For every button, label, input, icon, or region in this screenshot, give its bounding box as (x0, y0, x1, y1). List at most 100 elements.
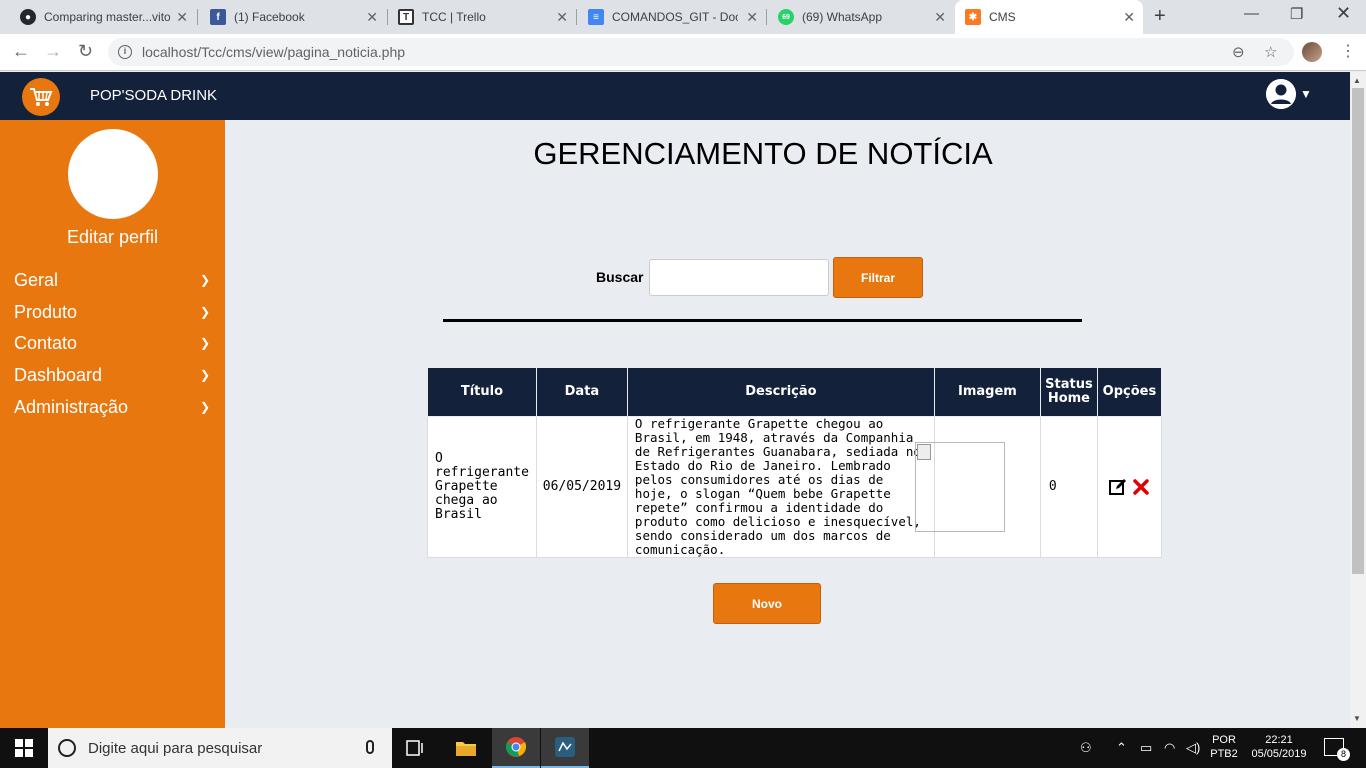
scroll-down-icon[interactable]: ▼ (1353, 714, 1361, 723)
scrollbar-thumb[interactable] (1352, 88, 1364, 574)
browser-tab-github[interactable]: ● Comparing master...vito ✕ (10, 0, 196, 34)
chevron-down-icon: ❯ (199, 368, 210, 382)
close-tab-icon[interactable]: ✕ (934, 9, 946, 26)
shopping-cart-icon (30, 88, 53, 106)
file-explorer-icon[interactable] (442, 728, 490, 768)
zoom-icon[interactable]: ⊖ (1232, 43, 1245, 61)
sidebar: Editar perfil Geral ❯ Produto ❯ Contato … (0, 120, 225, 728)
edit-profile-link[interactable]: Editar perfil (0, 227, 225, 248)
people-icon[interactable]: ⚇ (1080, 740, 1092, 756)
address-bar: ← → ↻ i localhost/Tcc/cms/view/pagina_no… (0, 34, 1366, 71)
chevron-down-icon: ❯ (199, 400, 210, 414)
column-header-imagem: Imagem (933, 367, 1041, 417)
xampp-icon: ✱ (965, 9, 981, 25)
sidebar-item-label: Administração (14, 396, 129, 417)
info-icon[interactable]: i (118, 45, 132, 59)
browser-profile-avatar[interactable] (1302, 42, 1322, 62)
windows-start-icon[interactable] (0, 728, 48, 768)
cell-data: 06/05/2019 (535, 416, 628, 558)
column-header-titulo: Título (427, 367, 537, 417)
table-header-row: Título Data Descrição Imagem Status Home… (427, 367, 1162, 417)
tab-title: COMANDOS_GIT - Doc (612, 10, 738, 24)
user-menu[interactable]: ▼ (1266, 79, 1312, 109)
browser-tab-cms[interactable]: ✱ CMS ✕ (955, 0, 1143, 34)
column-header-data: Data (535, 367, 628, 417)
cell-imagem (914, 416, 1041, 558)
reload-icon[interactable]: ↻ (78, 41, 93, 62)
window-close-icon[interactable]: ✕ (1336, 3, 1351, 24)
wifi-icon[interactable]: ◠ (1164, 740, 1175, 756)
search-label: Buscar (596, 269, 644, 285)
close-tab-icon[interactable]: ✕ (1123, 9, 1135, 26)
close-tab-icon[interactable]: ✕ (746, 9, 758, 26)
chevron-down-icon: ❯ (199, 336, 210, 350)
back-arrow-icon[interactable]: ← (12, 41, 30, 62)
close-tab-icon[interactable]: ✕ (366, 9, 378, 26)
battery-icon[interactable]: ▭ (1140, 740, 1152, 756)
cell-opcoes (1096, 416, 1162, 558)
browser-tab-whatsapp[interactable]: 69 (69) WhatsApp ✕ (768, 0, 954, 34)
url-text: localhost/Tcc/cms/view/pagina_noticia.ph… (142, 44, 406, 60)
windows-taskbar: Digite aqui para pesquisar ⚇ ⌃ ▭ ◠ ◁) PO… (0, 728, 1366, 768)
sidebar-item-dashboard[interactable]: Dashboard ❯ (14, 362, 214, 388)
new-button[interactable]: Novo (713, 583, 821, 624)
clock[interactable]: 22:21 05/05/2019 (1246, 733, 1312, 761)
new-tab-icon[interactable]: + (1154, 5, 1166, 28)
browser-tab-docs[interactable]: ≡ COMANDOS_GIT - Doc ✕ (578, 0, 766, 34)
divider (443, 319, 1082, 322)
minimize-icon[interactable]: — (1244, 5, 1259, 22)
broken-image-icon (916, 444, 931, 460)
restore-icon[interactable]: ❐ (1290, 5, 1303, 23)
sidebar-item-label: Contato (14, 332, 78, 353)
tab-title: CMS (989, 10, 1016, 24)
tab-title: TCC | Trello (422, 10, 486, 24)
delete-icon[interactable] (1133, 479, 1150, 495)
sidebar-item-label: Dashboard (14, 364, 103, 385)
taskbar-search-field[interactable]: Digite aqui para pesquisar (48, 728, 392, 768)
language-indicator[interactable]: POR PTB2 (1208, 733, 1240, 761)
search-input[interactable] (649, 259, 829, 296)
mysql-workbench-icon[interactable] (541, 728, 589, 768)
news-table: Título Data Descrição Imagem Status Home… (427, 367, 1162, 558)
column-header-status-home: Status Home (1039, 367, 1098, 417)
profile-picture[interactable] (68, 129, 158, 219)
tab-title: (1) Facebook (234, 10, 305, 24)
sidebar-item-administracao[interactable]: Administração ❯ (14, 394, 214, 420)
microphone-icon[interactable] (366, 740, 374, 754)
keyboard-layout-label: PTB2 (1210, 748, 1238, 760)
edit-icon[interactable] (1109, 478, 1127, 496)
chrome-icon[interactable] (492, 728, 540, 768)
close-tab-icon[interactable]: ✕ (176, 9, 188, 26)
logo[interactable] (22, 78, 60, 116)
whatsapp-icon: 69 (778, 9, 794, 25)
browser-tab-trello[interactable]: T TCC | Trello ✕ (388, 0, 576, 34)
bookmark-star-icon[interactable]: ☆ (1264, 43, 1277, 61)
task-view-icon[interactable] (392, 728, 440, 768)
github-icon: ● (20, 9, 36, 25)
user-avatar-icon (1266, 79, 1296, 109)
sidebar-item-geral[interactable]: Geral ❯ (14, 267, 214, 293)
brand-name[interactable]: POP'SODA DRINK (90, 87, 217, 104)
site-header: POP'SODA DRINK ▼ (0, 72, 1350, 120)
notification-count-badge: 8 (1337, 748, 1350, 761)
browser-menu-icon[interactable]: ⋮ (1340, 41, 1356, 61)
volume-icon[interactable]: ◁) (1186, 740, 1200, 756)
show-hidden-icons-chevron-icon[interactable]: ⌃ (1116, 740, 1127, 756)
browser-tab-facebook[interactable]: f (1) Facebook ✕ (200, 0, 386, 34)
sidebar-item-produto[interactable]: Produto ❯ (14, 299, 214, 325)
sidebar-item-label: Geral (14, 269, 59, 290)
chevron-down-icon: ❯ (199, 273, 210, 287)
browser-tab-strip: ● Comparing master...vito ✕ f (1) Facebo… (0, 0, 1366, 34)
close-tab-icon[interactable]: ✕ (556, 9, 568, 26)
scroll-up-icon[interactable]: ▲ (1353, 76, 1361, 85)
forward-arrow-icon[interactable]: → (44, 41, 62, 62)
cell-status-home: 0 (1039, 416, 1098, 558)
trello-icon: T (398, 9, 414, 25)
url-field[interactable]: i localhost/Tcc/cms/view/pagina_noticia.… (108, 38, 1294, 66)
page-viewport: POP'SODA DRINK ▼ Editar perfil Geral ❯ P… (0, 72, 1350, 728)
chevron-down-icon: ❯ (199, 305, 210, 319)
action-center-icon[interactable]: 8 (1324, 738, 1350, 761)
sidebar-item-contato[interactable]: Contato ❯ (14, 330, 214, 356)
filter-button[interactable]: Filtrar (833, 257, 923, 298)
sidebar-item-label: Produto (14, 301, 78, 322)
